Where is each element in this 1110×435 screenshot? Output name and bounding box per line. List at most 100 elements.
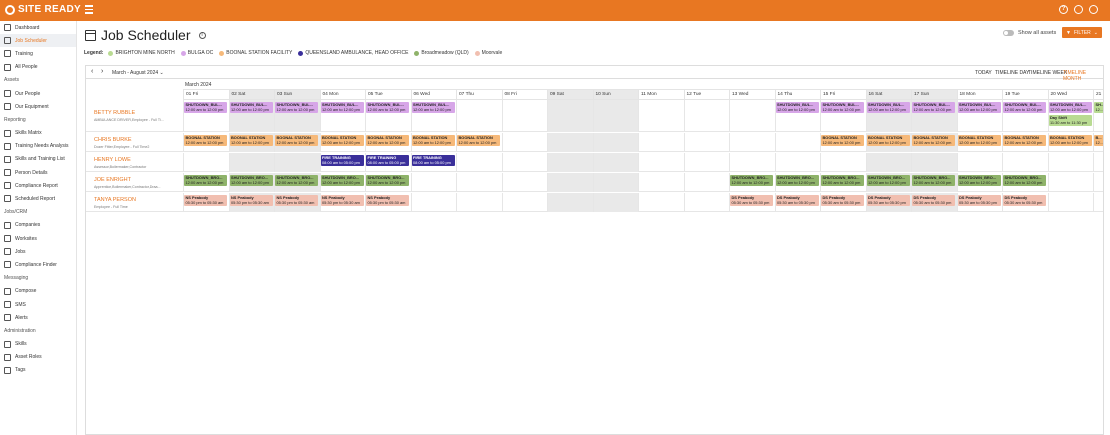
shift-event[interactable]: SH... 12... <box>1094 102 1103 113</box>
shift-event[interactable]: FIRE TRAINING 08:00 am to 05:00 pm <box>411 155 455 166</box>
show-all-assets-toggle[interactable]: Show all assets <box>1003 30 1056 36</box>
day-cell[interactable] <box>683 100 730 132</box>
shift-event[interactable]: SHUTDOWN_BUL... 12:00 am to 12:00 pm <box>1003 102 1046 113</box>
day-header[interactable]: 02 Sat <box>228 90 274 100</box>
day-cell[interactable] <box>547 100 593 132</box>
day-cell[interactable] <box>547 193 593 212</box>
day-header[interactable]: 08 Fri <box>501 90 547 100</box>
day-cell[interactable] <box>729 153 775 172</box>
shift-event[interactable]: BOONAL STATION 12:00 am to 12:00 pm <box>957 135 1001 146</box>
filter-button[interactable]: ▼ FILTER ⌄ <box>1062 27 1102 38</box>
prev-arrow-icon[interactable]: ‹ <box>91 68 93 75</box>
sidebar-item-training-needs-analysis[interactable]: Training Needs Analysis <box>0 140 76 153</box>
day-cell[interactable] <box>1047 193 1094 212</box>
shift-event[interactable]: SHUTDOWN_BRO... 12:00 am to 12:00 pm <box>912 175 955 186</box>
shift-event[interactable]: SHUTDOWN_BUL... 12:00 am to 12:00 pm <box>1048 102 1092 113</box>
day-cell[interactable] <box>820 153 866 172</box>
day-cell[interactable] <box>638 153 684 172</box>
day-header[interactable]: 05 Tue <box>365 90 411 100</box>
day-header[interactable]: 11 Mon <box>638 90 684 100</box>
shift-event[interactable]: SHUTDOWN_BRO... 12:00 am to 12:00 pm <box>957 175 1001 186</box>
date-range-dropdown[interactable]: March - August 2024 ⌄ <box>112 70 164 76</box>
sidebar-item-our-people[interactable]: Our People <box>0 87 76 100</box>
shift-event[interactable]: NS Peabody 05:30 pm to 05:30 am <box>275 195 318 206</box>
shift-event[interactable]: NS Peabody 05:30 pm to 05:30 am <box>320 195 364 206</box>
day-cell[interactable] <box>683 193 730 212</box>
shift-event[interactable]: SHUTDOWN_BRO... 12:00 am to 12:00 pm <box>866 175 910 186</box>
shift-event[interactable]: BOONAL STATION 12:00 am to 12:00 pm <box>1003 135 1046 146</box>
day-cell[interactable] <box>592 100 638 132</box>
sidebar-item-companies[interactable]: Companies <box>0 219 76 232</box>
person-name-link[interactable]: JOE ENRIGHT <box>94 177 131 183</box>
shift-event[interactable]: FIRE TRAINING 08:00 am to 05:00 pm <box>320 155 364 166</box>
shift-event[interactable]: SHUTDOWN_BUL... 12:00 am to 12:00 pm <box>366 102 409 113</box>
shift-event[interactable]: DS Peabody 05:30 am to 05:30 pm <box>912 195 955 206</box>
day-header[interactable]: 03 Sun <box>274 90 320 100</box>
shift-event[interactable]: SHUTDOWN_BUL... 12:00 am to 12:00 pm <box>912 102 955 113</box>
day-cell[interactable] <box>774 153 821 172</box>
sidebar-item-jobs[interactable]: Jobs <box>0 245 76 258</box>
day-header[interactable]: 16 Sat <box>865 90 911 100</box>
day-cell[interactable] <box>1047 153 1094 172</box>
day-cell[interactable] <box>456 173 502 192</box>
shift-event[interactable]: SHUTDOWN_BRO... 12:00 am to 12:00 pm <box>730 175 773 186</box>
day-cell[interactable] <box>410 193 457 212</box>
day-cell[interactable] <box>592 173 638 192</box>
shift-event[interactable]: SHUTDOWN_BRO... 12:00 am to 12:00 pm <box>366 175 409 186</box>
day-header[interactable]: 17 Sun <box>911 90 957 100</box>
shift-event[interactable]: BOONAL STATION 12:00 am to 12:00 pm <box>275 135 318 146</box>
shift-event[interactable]: SHUTDOWN_BRO... 12:00 am to 12:00 pm <box>821 175 864 186</box>
day-header[interactable]: 07 Thu <box>456 90 502 100</box>
day-cell[interactable] <box>638 173 684 192</box>
person-name-link[interactable]: CHRIS BURKE <box>94 137 132 143</box>
shift-event[interactable]: SHUTDOWN_BRO... 12:00 am to 12:00 pm <box>229 175 273 186</box>
shift-event[interactable]: NS Peabody 05:30 pm to 05:30 am <box>366 195 409 206</box>
day-cell[interactable] <box>501 133 548 152</box>
day-cell[interactable] <box>1093 153 1103 172</box>
sidebar-item-skills-and-training-list[interactable]: Skills and Training List <box>0 153 76 166</box>
shift-event[interactable]: BOONAL STATION 12:00 am to 12:00 pm <box>184 135 227 146</box>
day-cell[interactable] <box>1047 173 1094 192</box>
sidebar-item-sms[interactable]: SMS <box>0 298 76 311</box>
day-cell[interactable] <box>274 153 320 172</box>
shift-event[interactable]: BOONAL STATION 12:00 am to 12:00 pm <box>821 135 864 146</box>
shift-event[interactable]: SHUTDOWN_BRO... 12:00 am to 12:00 pm <box>775 175 819 186</box>
day-cell[interactable] <box>683 133 730 152</box>
day-cell[interactable] <box>638 193 684 212</box>
day-cell[interactable] <box>1093 173 1103 192</box>
sidebar-item-alerts[interactable]: Alerts <box>0 311 76 324</box>
day-header[interactable]: 06 Wed <box>410 90 456 100</box>
day-cell[interactable] <box>547 133 593 152</box>
day-cell[interactable] <box>1093 193 1103 212</box>
app-logo[interactable]: SITE READY <box>5 4 81 15</box>
sidebar-item-person-details[interactable]: Person Details <box>0 166 76 179</box>
day-cell[interactable] <box>456 153 502 172</box>
day-cell[interactable] <box>956 153 1003 172</box>
shift-event[interactable]: SHUTDOWN_BUL... 12:00 am to 12:00 pm <box>866 102 910 113</box>
view-button-today[interactable]: TODAY <box>975 70 992 76</box>
shift-event[interactable]: BOONAL STATION 12:00 am to 12:00 pm <box>366 135 409 146</box>
day-cell[interactable] <box>1002 153 1048 172</box>
day-cell[interactable] <box>501 193 548 212</box>
shift-event[interactable]: NS Peabody 05:30 pm to 05:30 am <box>229 195 273 206</box>
day-cell[interactable] <box>592 133 638 152</box>
sidebar-item-all-people[interactable]: All People <box>0 61 76 74</box>
person-name-link[interactable]: TANYA PERSON <box>94 197 136 203</box>
day-cell[interactable] <box>501 100 548 132</box>
shift-event[interactable]: DS Peabody 05:30 am to 05:30 pm <box>821 195 864 206</box>
shift-event[interactable]: SHUTDOWN_BRO... 12:00 am to 12:00 pm <box>1003 175 1046 186</box>
sidebar-item-compliance-finder[interactable]: Compliance Finder <box>0 258 76 271</box>
day-header[interactable]: 19 Tue <box>1002 90 1048 100</box>
day-header[interactable]: 04 Mon <box>319 90 365 100</box>
day-cell[interactable] <box>683 153 730 172</box>
shift-event[interactable]: BOONAL STATION 12:00 am to 12:00 pm <box>229 135 273 146</box>
day-header[interactable]: 12 Tue <box>683 90 729 100</box>
person-name-link[interactable]: BETTY RUBBLE <box>94 110 135 116</box>
sidebar-item-job-scheduler[interactable]: Job Scheduler <box>0 34 76 48</box>
shift-event[interactable]: SHUTDOWN_BUL... 12:00 am to 12:00 pm <box>229 102 273 113</box>
day-cell[interactable] <box>501 173 548 192</box>
day-cell[interactable] <box>547 153 593 172</box>
shift-event[interactable]: DS Peabody 05:30 am to 05:30 pm <box>957 195 1001 206</box>
sidebar-item-training[interactable]: Training <box>0 47 76 60</box>
shift-event[interactable]: SHUTDOWN_BUL... 12:00 am to 12:00 pm <box>184 102 227 113</box>
